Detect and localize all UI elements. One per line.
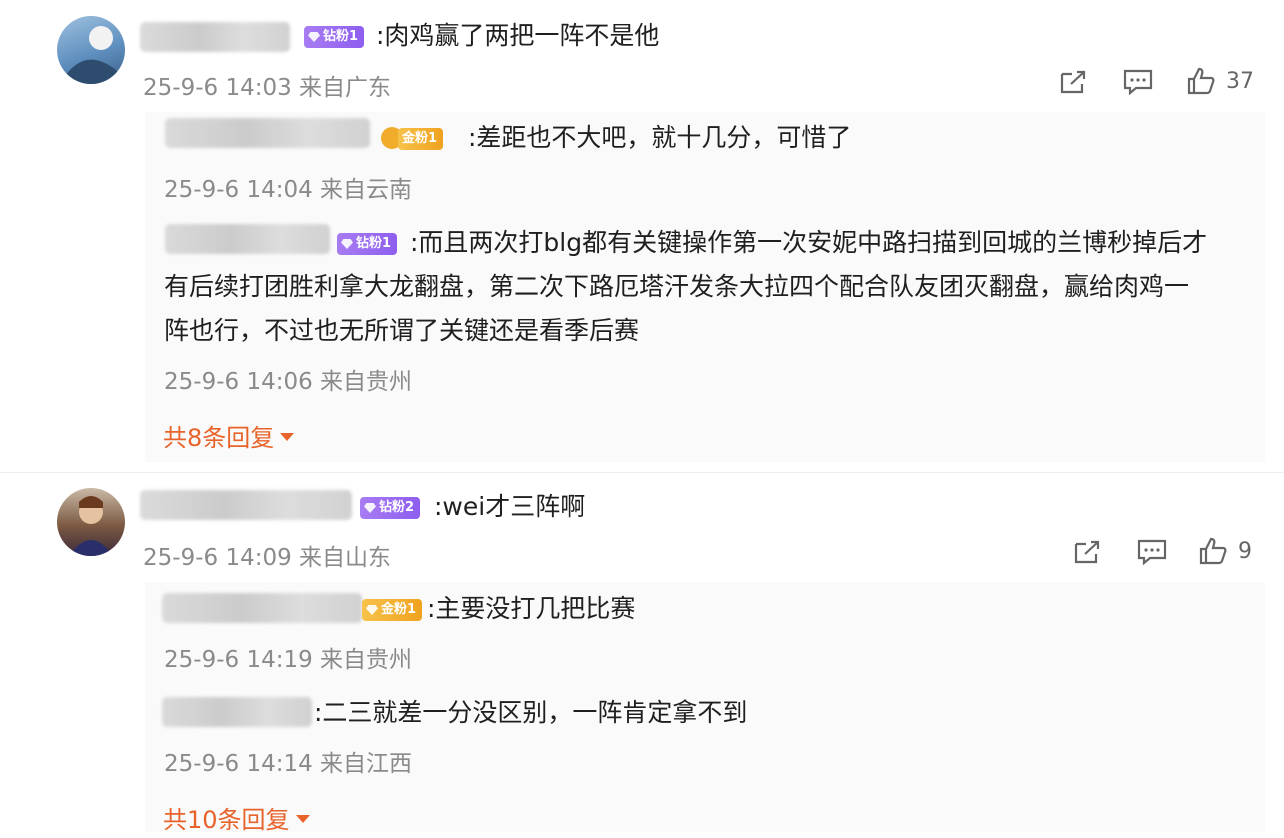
avatar-image: [65, 26, 117, 84]
like-count: 9: [1238, 538, 1252, 564]
reply-text: :主要没打几把比赛: [427, 594, 636, 623]
reply-text-line: 阵也行，不过也无所谓了关键还是看季后赛: [164, 316, 640, 345]
chevron-down-icon: [280, 433, 295, 441]
like-icon: [1186, 66, 1216, 96]
username-blurred[interactable]: [162, 697, 312, 727]
reply-text: :二三就差一分没区别，一阵肯定拿不到: [314, 698, 748, 727]
fan-badge: 金粉1: [398, 128, 444, 150]
username-blurred[interactable]: [140, 490, 352, 520]
comment-text: :肉鸡赢了两把一阵不是他: [376, 21, 660, 50]
diamond-icon: [364, 503, 376, 513]
username-blurred[interactable]: [140, 22, 290, 52]
fan-badge: 钻粉1: [304, 26, 365, 48]
comment-icon: [1136, 538, 1168, 566]
comment-meta: 25-9-6 14:03 来自广东: [143, 75, 392, 101]
reply-text: :差距也不大吧，就十几分，可惜了: [468, 123, 852, 152]
username-blurred[interactable]: [162, 593, 362, 623]
like-button[interactable]: 37: [1186, 66, 1254, 96]
reply-text-line: 有后续打团胜利拿大龙翻盘，第二次下路厄塔汗发条大拉四个配合队友团灭翻盘，赢给肉鸡…: [164, 272, 1190, 301]
share-button[interactable]: [1072, 538, 1102, 566]
comment-icon: [1122, 68, 1154, 96]
username-blurred[interactable]: [165, 118, 370, 148]
reply-meta: 25-9-6 14:04 来自云南: [164, 177, 413, 203]
like-count: 37: [1226, 68, 1254, 94]
username-blurred[interactable]: [165, 224, 330, 254]
avatar-image: [69, 496, 113, 556]
comment-text: :wei才三阵啊: [434, 492, 586, 521]
comment-meta: 25-9-6 14:09 来自山东: [143, 545, 392, 571]
diamond-icon: [341, 239, 353, 249]
reply-meta: 25-9-6 14:14 来自江西: [164, 751, 413, 777]
comment-button[interactable]: [1122, 68, 1154, 96]
reply-meta: 25-9-6 14:19 来自贵州: [164, 647, 413, 673]
like-button[interactable]: 9: [1198, 536, 1252, 566]
fan-badge: 钻粉1: [337, 233, 398, 255]
more-replies-link[interactable]: 共10条回复: [163, 800, 310, 835]
fan-badge: 钻粉2: [360, 497, 421, 519]
like-icon: [1198, 536, 1228, 566]
reply-meta: 25-9-6 14:06 来自贵州: [164, 369, 413, 395]
fan-badge: 金粉1: [362, 599, 423, 621]
comment-divider: [0, 472, 1284, 473]
chevron-down-icon: [295, 815, 310, 823]
more-replies-link[interactable]: 共8条回复: [163, 418, 295, 453]
reply-text-line: :而且两次打blg都有关键操作第一次安妮中路扫描到回城的兰博秒掉后才: [410, 228, 1208, 257]
avatar[interactable]: [57, 488, 125, 556]
share-icon: [1072, 538, 1102, 566]
diamond-icon: [308, 32, 320, 42]
avatar[interactable]: [57, 16, 125, 84]
share-icon: [1058, 68, 1088, 96]
comment-button[interactable]: [1136, 538, 1168, 566]
diamond-icon: [366, 605, 378, 615]
share-button[interactable]: [1058, 68, 1088, 96]
